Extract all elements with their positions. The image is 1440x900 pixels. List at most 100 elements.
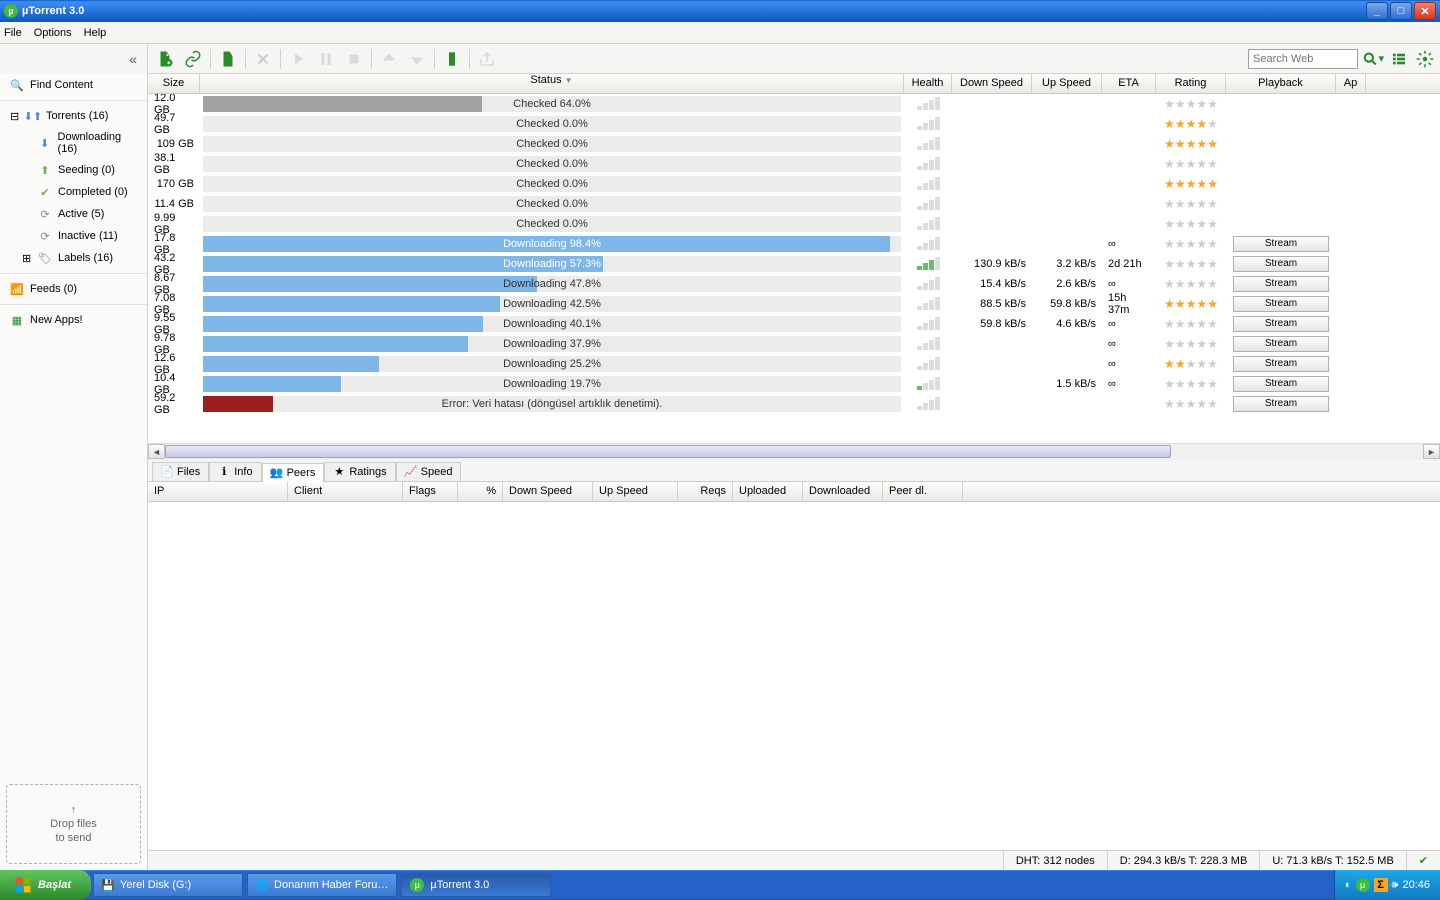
tab-speed[interactable]: 📈Speed (396, 462, 462, 481)
minimize-button[interactable]: _ (1366, 2, 1388, 20)
tray-icon[interactable]: 🕪 (1392, 879, 1399, 892)
table-row[interactable]: 49.7 GBChecked 0.0%★★★★★ (148, 114, 1440, 134)
taskbar-item[interactable]: 💾Yerel Disk (G:) (93, 873, 243, 897)
tray-icon[interactable]: ◐ (1345, 879, 1352, 891)
table-row[interactable]: 10.4 GBDownloading 19.7%1.5 kB/s∞★★★★★St… (148, 374, 1440, 394)
sidebar-inactive[interactable]: ⟳Inactive (11) (0, 225, 147, 247)
peer-col--[interactable]: % (458, 482, 503, 501)
stream-button[interactable]: Stream (1233, 316, 1329, 332)
scroll-left-button[interactable]: ◄ (148, 444, 165, 459)
taskbar-item[interactable]: 🌐Donanım Haber Foru… (247, 873, 397, 897)
stop-button[interactable] (341, 46, 367, 72)
tab-files[interactable]: 📄Files (152, 462, 209, 481)
menu-options[interactable]: Options (34, 27, 72, 39)
peer-col-peer-dl-[interactable]: Peer dl. (883, 482, 963, 501)
share-button[interactable] (474, 46, 500, 72)
sidebar-feeds[interactable]: 📶Feeds (0) (0, 278, 147, 300)
peer-col-down-speed[interactable]: Down Speed (503, 482, 593, 501)
maximize-button[interactable]: □ (1390, 2, 1412, 20)
table-row[interactable]: 109 GBChecked 0.0%★★★★★ (148, 134, 1440, 154)
peer-col-downloaded[interactable]: Downloaded (803, 482, 883, 501)
stream-button[interactable]: Stream (1233, 296, 1329, 312)
sidebar-downloading[interactable]: ⬇Downloading (16) (0, 127, 147, 159)
remote-button[interactable] (439, 46, 465, 72)
col-downspeed[interactable]: Down Speed (952, 74, 1032, 93)
peer-col-reqs[interactable]: Reqs (678, 482, 733, 501)
system-tray[interactable]: ◐ µ Σ 🕪 20:46 (1334, 870, 1440, 900)
peer-col-ip[interactable]: IP (148, 482, 288, 501)
scroll-right-button[interactable]: ► (1423, 444, 1440, 459)
table-row[interactable]: 170 GBChecked 0.0%★★★★★ (148, 174, 1440, 194)
cell-status: Checked 64.0% (200, 94, 904, 114)
stream-button[interactable]: Stream (1233, 336, 1329, 352)
sidebar-active[interactable]: ⟳Active (5) (0, 203, 147, 225)
stream-button[interactable]: Stream (1233, 236, 1329, 252)
table-row[interactable]: 11.4 GBChecked 0.0%★★★★★ (148, 194, 1440, 214)
scroll-thumb[interactable] (165, 445, 1171, 458)
stream-button[interactable]: Stream (1233, 356, 1329, 372)
find-content[interactable]: 🔍Find Content (0, 74, 147, 96)
search-icon[interactable]: ▾ (1362, 48, 1384, 70)
create-torrent-button[interactable] (215, 46, 241, 72)
add-torrent-button[interactable] (152, 46, 178, 72)
col-upspeed[interactable]: Up Speed (1032, 74, 1102, 93)
sidebar-labels[interactable]: ⊞🏷Labels (16) (0, 247, 147, 269)
clock[interactable]: 20:46 (1402, 879, 1430, 891)
sidebar-completed[interactable]: ✔Completed (0) (0, 181, 147, 203)
stream-button[interactable]: Stream (1233, 396, 1329, 412)
table-row[interactable]: 8.67 GBDownloading 47.8%15.4 kB/s2.6 kB/… (148, 274, 1440, 294)
sidebar-torrents[interactable]: ⊟⬇⬆Torrents (16) (0, 105, 147, 127)
table-row[interactable]: 9.78 GBDownloading 37.9%∞★★★★★Stream (148, 334, 1440, 354)
table-row[interactable]: 59.2 GBError: Veri hatası (döngüsel artı… (148, 394, 1440, 414)
horizontal-scrollbar[interactable]: ◄ ► (148, 443, 1440, 460)
drop-zone[interactable]: ↑ Drop files to send (6, 784, 141, 864)
col-ap[interactable]: Ap (1336, 74, 1366, 93)
table-row[interactable]: 38.1 GBChecked 0.0%★★★★★ (148, 154, 1440, 174)
list-icon[interactable] (1388, 48, 1410, 70)
status-dht: DHT: 312 nodes (1003, 851, 1107, 870)
col-playback[interactable]: Playback (1226, 74, 1336, 93)
stream-button[interactable]: Stream (1233, 376, 1329, 392)
stream-button[interactable]: Stream (1233, 276, 1329, 292)
peer-col-client[interactable]: Client (288, 482, 403, 501)
table-row[interactable]: 9.99 GBChecked 0.0%★★★★★ (148, 214, 1440, 234)
table-row[interactable]: 7.08 GBDownloading 42.5%88.5 kB/s59.8 kB… (148, 294, 1440, 314)
menu-file[interactable]: File (4, 27, 22, 39)
col-rating[interactable]: Rating (1156, 74, 1226, 93)
tray-icon[interactable]: Σ (1374, 878, 1388, 892)
tab-info[interactable]: ℹInfo (209, 462, 261, 481)
table-row[interactable]: 12.6 GBDownloading 25.2%∞★★★★★Stream (148, 354, 1440, 374)
move-up-button[interactable] (376, 46, 402, 72)
table-row[interactable]: 17.8 GBDownloading 98.4%∞★★★★★Stream (148, 234, 1440, 254)
tab-ratings[interactable]: ★Ratings (324, 462, 395, 481)
pause-button[interactable] (313, 46, 339, 72)
col-eta[interactable]: ETA (1102, 74, 1156, 93)
start-button[interactable]: Başlat (0, 870, 91, 900)
peer-col-uploaded[interactable]: Uploaded (733, 482, 803, 501)
collapse-sidebar-button[interactable]: « (0, 44, 148, 74)
sidebar-seeding[interactable]: ⬆Seeding (0) (0, 159, 147, 181)
remove-button[interactable] (250, 46, 276, 72)
table-row[interactable]: 43.2 GBDownloading 57.3%130.9 kB/s3.2 kB… (148, 254, 1440, 274)
settings-icon[interactable] (1414, 48, 1436, 70)
search-input[interactable] (1248, 49, 1358, 69)
cell-size: 9.55 GB (148, 314, 200, 334)
stream-button[interactable]: Stream (1233, 256, 1329, 272)
tab-peers[interactable]: 👥Peers (262, 463, 325, 482)
sidebar-newapps[interactable]: ▦New Apps! (0, 309, 147, 331)
close-button[interactable]: ✕ (1414, 2, 1436, 20)
start-button[interactable] (285, 46, 311, 72)
table-row[interactable]: 12.0 GBChecked 64.0%★★★★★ (148, 94, 1440, 114)
move-down-button[interactable] (404, 46, 430, 72)
tray-icon[interactable]: µ (1356, 878, 1370, 892)
add-url-button[interactable] (180, 46, 206, 72)
cell-playback: Stream (1226, 334, 1336, 354)
col-status[interactable]: Status ▼ (200, 74, 904, 93)
peer-col-up-speed[interactable]: Up Speed (593, 482, 678, 501)
taskbar-item[interactable]: µµTorrent 3.0 (401, 873, 551, 897)
col-health[interactable]: Health (904, 74, 952, 93)
table-row[interactable]: 9.55 GBDownloading 40.1%59.8 kB/s4.6 kB/… (148, 314, 1440, 334)
menu-help[interactable]: Help (84, 27, 107, 39)
peer-col-flags[interactable]: Flags (403, 482, 458, 501)
col-size[interactable]: Size (148, 74, 200, 93)
